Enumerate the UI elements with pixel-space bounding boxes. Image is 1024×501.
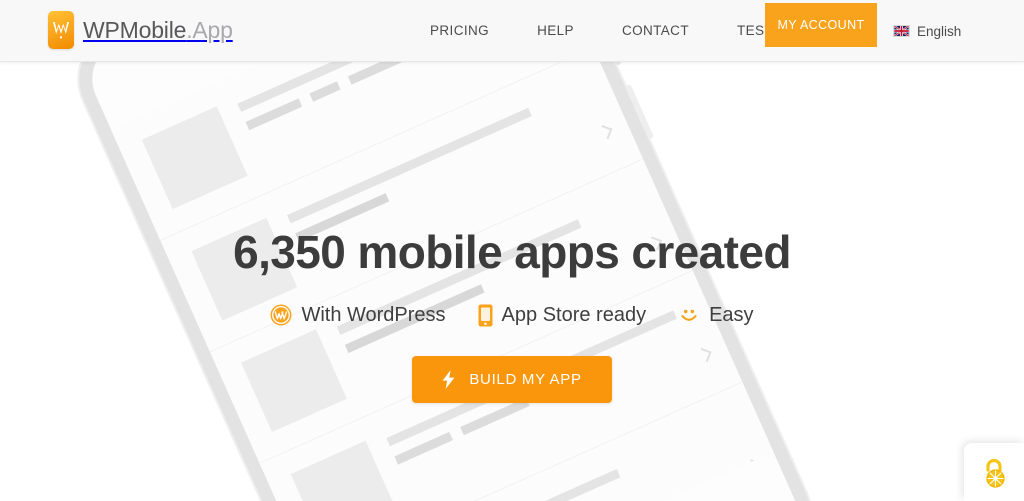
nav-item-help[interactable]: HELP <box>513 0 598 62</box>
lightning-bolt-icon <box>442 369 455 389</box>
language-label: English <box>917 23 962 39</box>
feature-label: With WordPress <box>301 303 446 326</box>
logo-text-secondary: .App <box>186 16 233 43</box>
uk-flag-icon <box>893 25 910 37</box>
nav-item-contact[interactable]: CONTACT <box>598 0 713 62</box>
hero-section: 6,350 mobile apps created With WordPress… <box>0 62 1024 501</box>
site-logo[interactable]: WPMobile.App <box>48 11 233 49</box>
smiley-face-icon <box>681 309 697 321</box>
my-account-button[interactable]: MY ACCOUNT <box>765 3 877 47</box>
privacy-settings-widget[interactable] <box>964 443 1024 501</box>
wordpress-icon <box>270 304 292 326</box>
feature-with-wordpress: With WordPress <box>254 304 461 327</box>
feature-easy: Easy <box>662 304 769 327</box>
hero-content: 6,350 mobile apps created With WordPress… <box>0 62 1024 501</box>
language-switcher[interactable]: English <box>893 0 961 62</box>
padlock-icon <box>986 458 1005 488</box>
build-my-app-button[interactable]: BUILD MY APP <box>412 355 612 403</box>
wpmobile-logo-icon <box>48 11 74 49</box>
mobile-phone-icon <box>478 304 493 327</box>
feature-label: Easy <box>709 303 754 326</box>
hero-headline: 6,350 mobile apps created <box>233 226 791 278</box>
nav-item-pricing[interactable]: PRICING <box>430 0 513 62</box>
build-my-app-label: BUILD MY APP <box>469 370 582 388</box>
logo-text-primary: WPMobile <box>83 16 187 43</box>
feature-app-store-ready: App Store ready <box>462 304 663 327</box>
site-header: WPMobile.App PRICING HELP CONTACT TEST M… <box>0 0 1024 62</box>
feature-label: App Store ready <box>501 303 647 326</box>
hero-feature-list: With WordPress App Store ready Easy <box>254 304 769 327</box>
site-logo-text: WPMobile.App <box>83 17 233 44</box>
